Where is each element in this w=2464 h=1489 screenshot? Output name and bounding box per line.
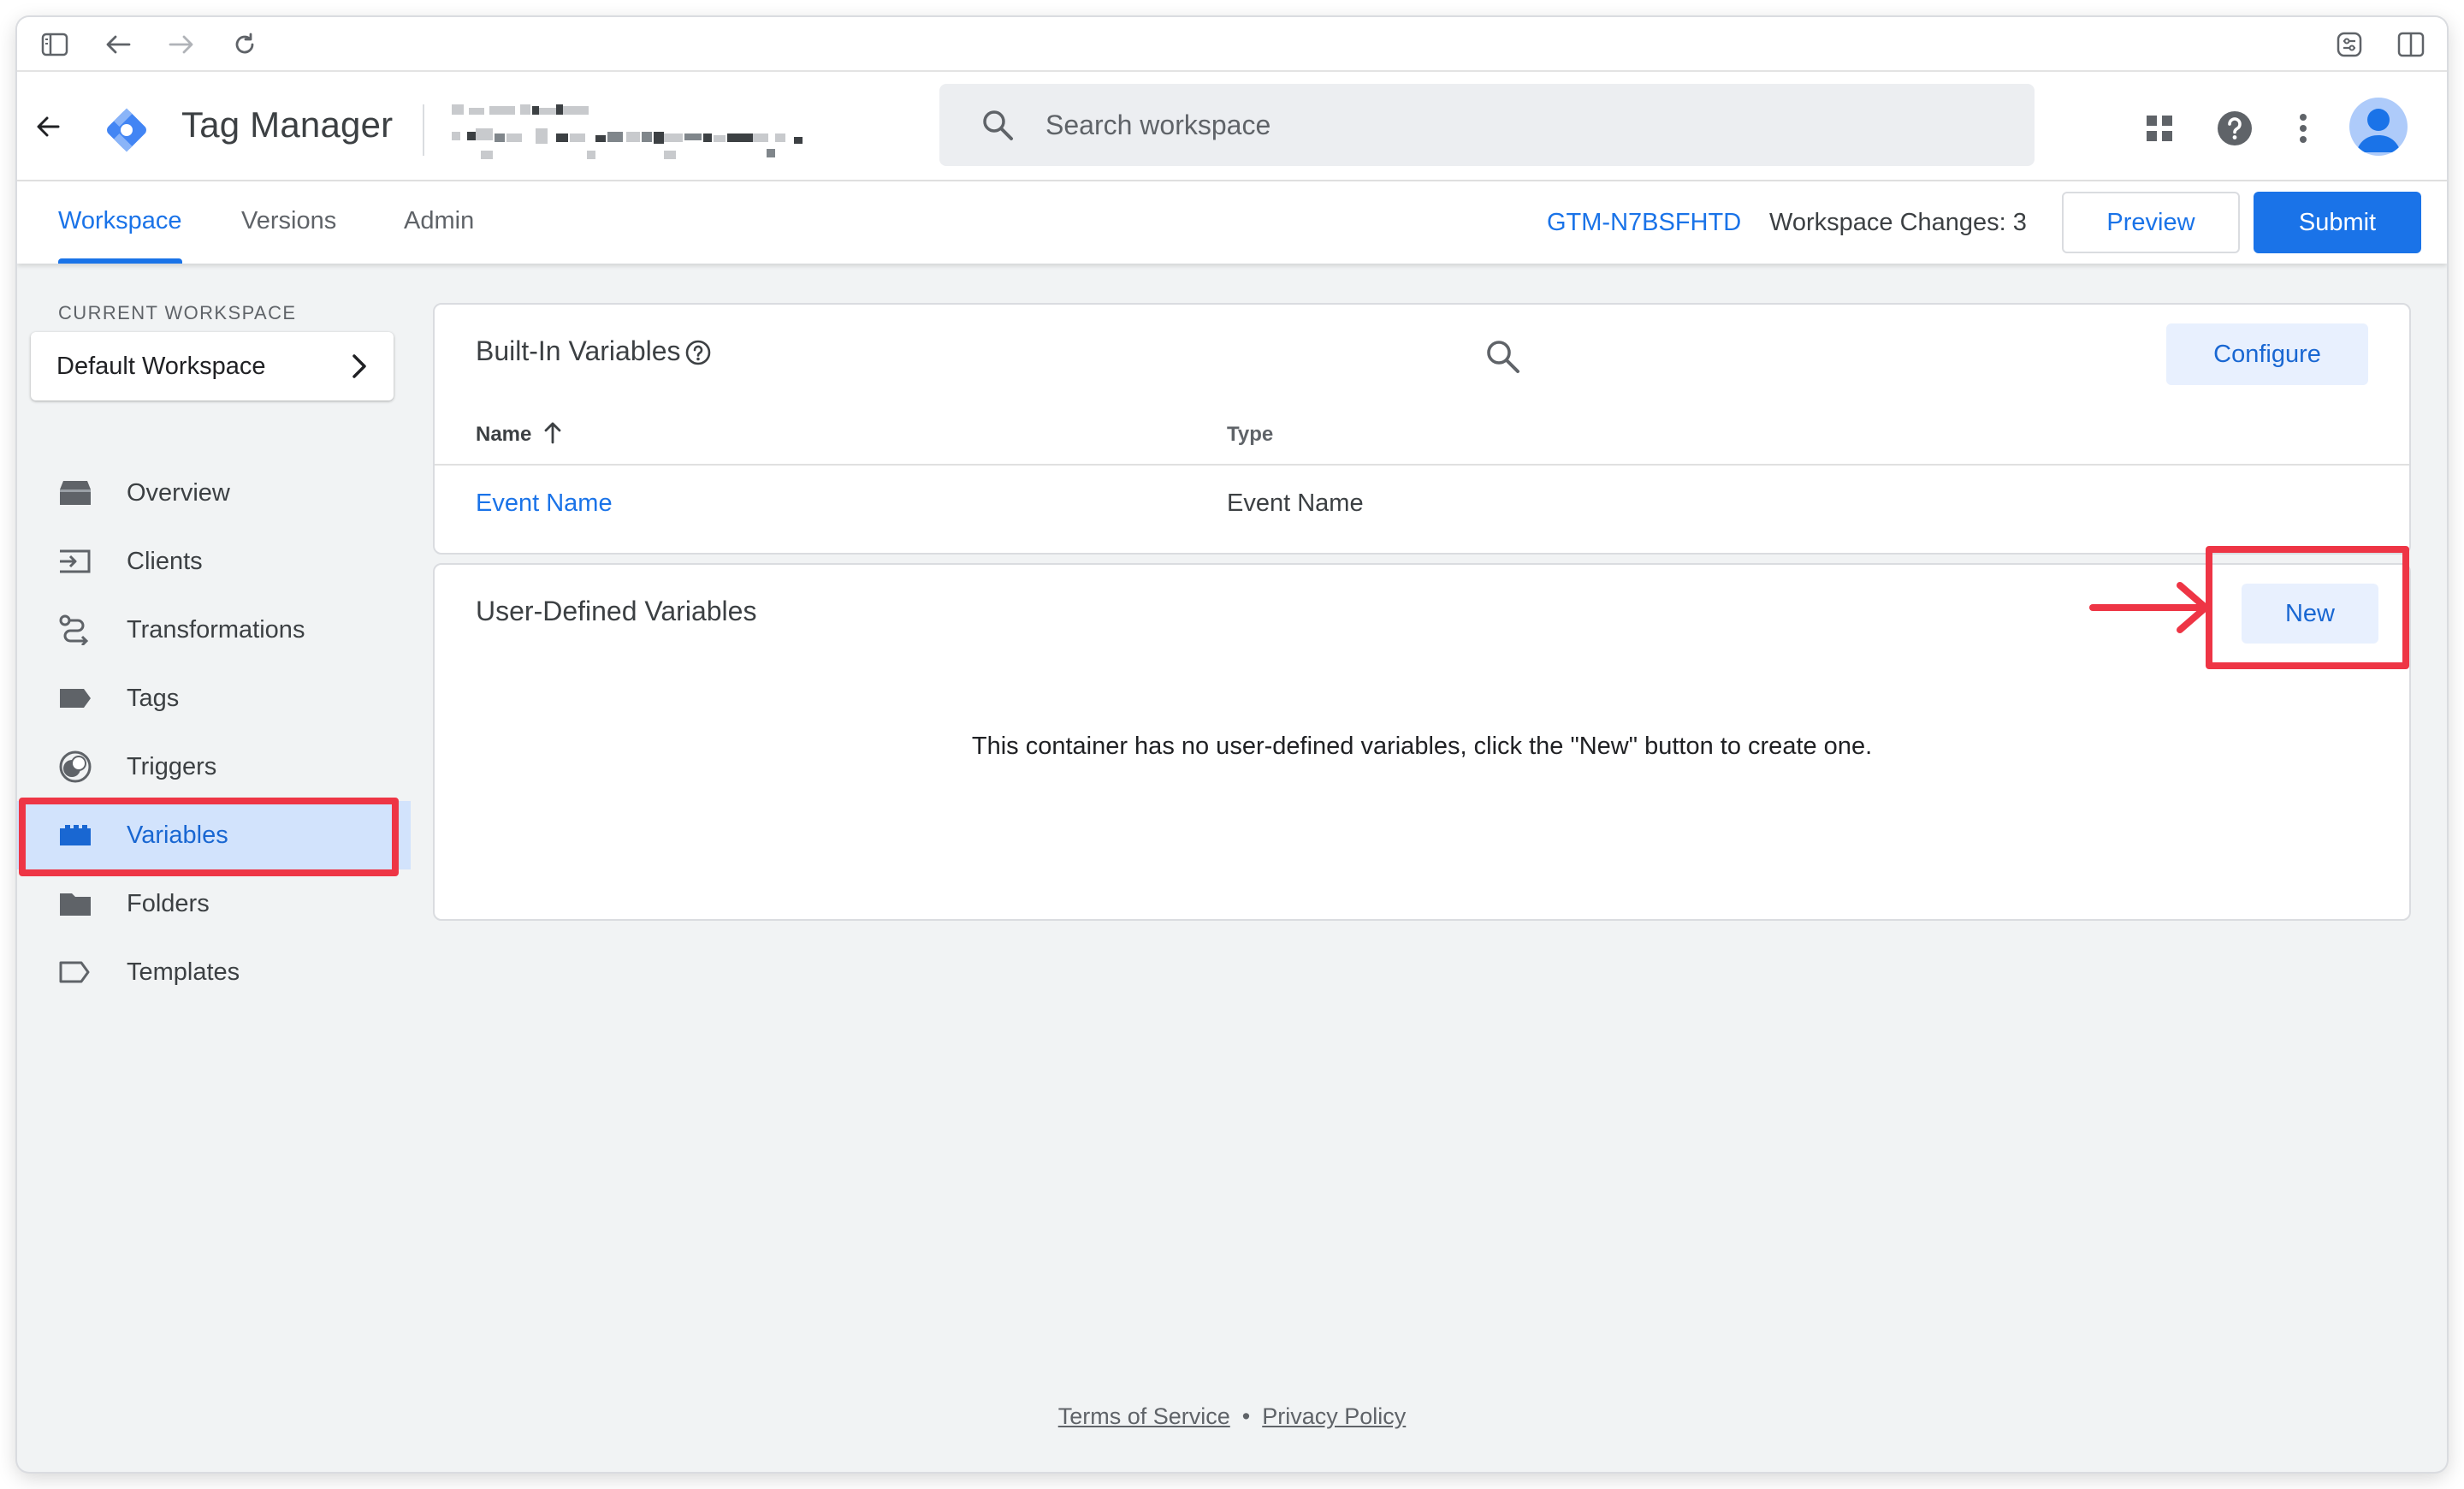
app-header: Tag Manager xyxy=(17,72,2447,181)
sidebar-nav: Overview Clients Transformations Tags Tr… xyxy=(17,459,411,1006)
more-options-icon[interactable] xyxy=(2281,106,2325,151)
transformations-icon xyxy=(56,613,94,647)
sidebar-item-templates[interactable]: Templates xyxy=(17,938,411,1006)
builtin-variables-card: Built-In Variables Configure Name Type E… xyxy=(433,303,2411,555)
browser-window: Tag Manager Search workspace Workspace V… xyxy=(17,17,2447,1472)
arrow-annotation-icon xyxy=(2089,582,2209,633)
sidebar-item-label: Clients xyxy=(127,548,203,575)
tag-icon xyxy=(56,681,94,715)
templates-icon xyxy=(56,955,94,989)
preview-button[interactable]: Preview xyxy=(2062,192,2240,253)
user-defined-variables-title: User-Defined Variables xyxy=(476,596,757,626)
sidebar-item-overview[interactable]: Overview xyxy=(17,459,411,527)
workspace-name: Default Workspace xyxy=(56,353,266,380)
sort-ascending-icon[interactable] xyxy=(541,421,565,445)
sidebar-item-label: Transformations xyxy=(127,616,305,644)
tab-versions[interactable]: Versions xyxy=(241,181,336,264)
split-view-icon[interactable] xyxy=(2396,29,2426,60)
clients-icon xyxy=(56,544,94,578)
container-id-link[interactable]: GTM-N7BSFHTD xyxy=(1547,181,1741,264)
column-header-name[interactable]: Name xyxy=(476,423,531,447)
variable-type: Event Name xyxy=(1227,489,1364,517)
tab-admin[interactable]: Admin xyxy=(404,181,474,264)
sidebar-toggle-icon[interactable] xyxy=(39,29,70,60)
privacy-policy-link[interactable]: Privacy Policy xyxy=(1262,1403,1406,1429)
account-container-selector[interactable] xyxy=(450,103,929,163)
tab-workspace[interactable]: Workspace xyxy=(58,181,182,264)
sidebar-item-label: Tags xyxy=(127,685,180,712)
builtin-variables-title: Built-In Variables xyxy=(476,335,681,366)
avatar[interactable] xyxy=(2349,98,2408,156)
column-header-type: Type xyxy=(1227,423,1274,446)
sidebar-item-label: Overview xyxy=(127,479,230,507)
empty-state-message: This container has no user-defined varia… xyxy=(971,733,1873,760)
sidebar-item-transformations[interactable]: Transformations xyxy=(17,596,411,664)
search-input[interactable] xyxy=(1045,84,1987,166)
terms-of-service-link[interactable]: Terms of Service xyxy=(1058,1403,1230,1429)
sidebar-item-folders[interactable]: Folders xyxy=(17,869,411,938)
browser-reload-icon[interactable] xyxy=(229,29,260,60)
sidebar-item-triggers[interactable]: Triggers xyxy=(17,733,411,801)
search-icon[interactable] xyxy=(1482,335,1523,377)
footer: Terms of Service • Privacy Policy xyxy=(17,1403,2447,1430)
workspace-tabbar: Workspace Versions Admin GTM-N7BSFHTD Wo… xyxy=(17,181,2447,264)
submit-button[interactable]: Submit xyxy=(2254,192,2421,253)
tag-manager-logo-icon xyxy=(99,103,154,157)
configure-button[interactable]: Configure xyxy=(2166,323,2368,385)
browser-back-icon[interactable] xyxy=(103,29,133,60)
sidebar-item-label: Templates xyxy=(127,958,240,986)
browser-forward-icon[interactable] xyxy=(166,29,197,60)
extensions-icon[interactable] xyxy=(2334,29,2365,60)
variable-name-link[interactable]: Event Name xyxy=(476,489,613,518)
folder-icon xyxy=(56,887,94,921)
sidebar-item-label: Folders xyxy=(127,890,210,917)
workspace-changes-count: Workspace Changes: 3 xyxy=(1769,209,2027,236)
product-name: Tag Manager xyxy=(181,104,394,145)
search-icon xyxy=(983,110,1013,140)
browser-toolbar xyxy=(17,17,2447,72)
sidebar-item-tags[interactable]: Tags xyxy=(17,664,411,733)
sidebar-item-label: Triggers xyxy=(127,753,217,780)
chevron-right-icon xyxy=(352,354,366,378)
overview-icon xyxy=(56,476,94,510)
triggers-icon xyxy=(56,750,94,784)
search-workspace-bar[interactable] xyxy=(939,84,2035,166)
sidebar-item-clients[interactable]: Clients xyxy=(17,527,411,596)
workspace-selector[interactable]: Default Workspace xyxy=(31,332,394,400)
help-circle-icon[interactable] xyxy=(684,339,712,366)
current-workspace-label: CURRENT WORKSPACE xyxy=(58,302,297,323)
apps-grid-icon[interactable] xyxy=(2137,106,2182,151)
help-icon[interactable] xyxy=(2212,106,2257,151)
variables-highlight-annotation xyxy=(19,798,399,876)
new-button-highlight-annotation xyxy=(2206,546,2409,669)
footer-separator: • xyxy=(1241,1403,1251,1429)
back-arrow-icon[interactable] xyxy=(27,106,68,147)
header-divider xyxy=(423,104,424,156)
table-divider xyxy=(435,464,2409,466)
